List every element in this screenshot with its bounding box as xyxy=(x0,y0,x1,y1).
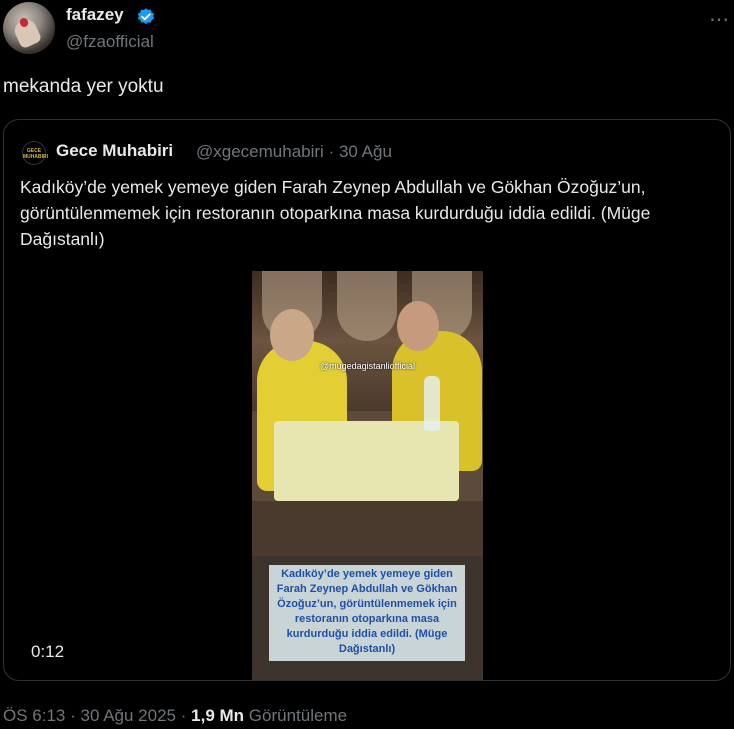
woman-head xyxy=(270,309,314,361)
table xyxy=(274,421,459,501)
water-bottle xyxy=(424,376,440,431)
author-handle[interactable]: @fzaofficial xyxy=(66,32,154,52)
quoted-video[interactable]: @mugedagistanliofficial Kadıköy’de yemek… xyxy=(252,271,483,680)
quoted-text: Kadıköy’de yemek yemeye giden Farah Zeyn… xyxy=(20,177,651,249)
author-name[interactable]: fafazey xyxy=(66,5,124,25)
tweet-time[interactable]: ÖS 6:13 xyxy=(3,706,65,725)
quoted-handle: @xgecemuhabiri xyxy=(196,142,324,161)
tweet-text: mekanda yer yoktu xyxy=(3,76,164,97)
separator: · xyxy=(328,142,335,161)
quoted-handle-line: @xgecemuhabiri · 30 Ağu xyxy=(196,142,392,162)
quoted-avatar[interactable]: GECE MUHABIRI xyxy=(22,141,48,165)
floor xyxy=(252,501,483,561)
verified-badge-icon xyxy=(137,8,155,25)
views-label: Görüntüleme xyxy=(248,706,348,725)
separator: · xyxy=(70,706,76,725)
video-watermark: @mugedagistanliofficial xyxy=(320,361,416,371)
video-caption: Kadıköy’de yemek yemeye giden Farah Zeyn… xyxy=(276,568,458,655)
man-head xyxy=(397,301,439,351)
tweet-footer: ÖS 6:13 · 30 Ağu 2025 · 1,9 Mn Görüntüle… xyxy=(3,706,347,726)
author-avatar[interactable] xyxy=(3,2,55,54)
quoted-author-name: Gece Muhabiri xyxy=(56,141,174,160)
separator: · xyxy=(180,706,187,725)
wall-arch xyxy=(337,271,397,341)
view-count: 1,9 Mn xyxy=(191,706,245,725)
tweet-date[interactable]: 30 Ağu 2025 xyxy=(81,706,176,725)
video-duration: 0:12 xyxy=(31,642,65,661)
more-options-icon[interactable]: ⋯ xyxy=(709,7,730,32)
quoted-date: 30 Ağu xyxy=(338,142,392,161)
